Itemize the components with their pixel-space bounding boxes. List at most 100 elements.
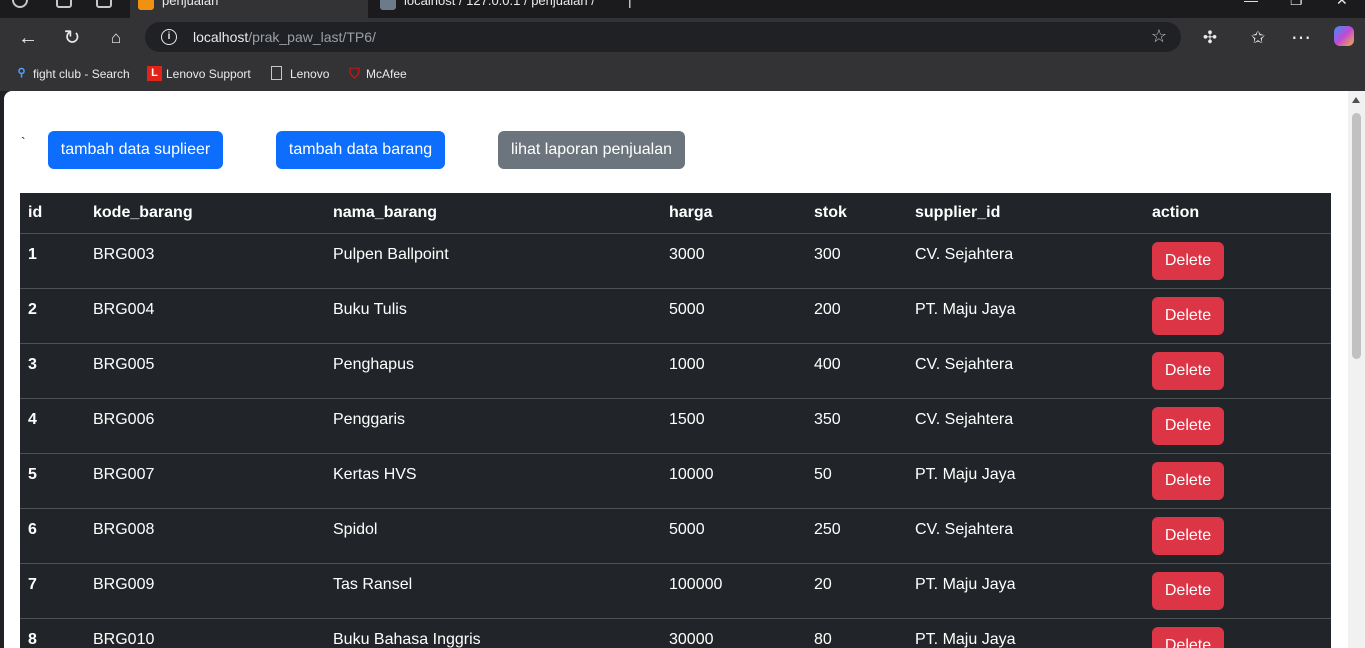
cell-harga: 30000 [661, 618, 806, 648]
cell-stok: 300 [806, 233, 907, 289]
new-tab-icon[interactable]: | [628, 0, 632, 8]
minimize-icon[interactable]: — [1244, 0, 1258, 8]
tab-actions-icon[interactable] [96, 0, 112, 8]
cell-harga: 100000 [661, 563, 806, 619]
cell-supplier: CV. Sejahtera [907, 398, 1144, 454]
bookmark-mcafee[interactable]: ⛉ McAfee [347, 65, 406, 82]
cell-nama-barang: Tas Ransel [325, 563, 661, 619]
column-header: kode_barang [85, 193, 325, 234]
cell-supplier: CV. Sejahtera [907, 233, 1144, 289]
refresh-icon[interactable]: ↻ [60, 26, 84, 50]
cell-nama-barang: Pulpen Ballpoint [325, 233, 661, 289]
cell-harga: 1000 [661, 343, 806, 399]
table-row: 4 BRG006 Penggaris 1500 350 CV. Sejahtera Dele… [20, 398, 1331, 454]
cell-harga: 10000 [661, 453, 806, 509]
profile-icon[interactable] [12, 0, 28, 8]
window-close-icon[interactable]: ✕ [1336, 0, 1348, 9]
extensions-icon[interactable]: ✣ [1198, 26, 1222, 50]
bookmark-lenovo[interactable]: Lenovo [271, 66, 329, 82]
favorite-star-icon[interactable]: ☆ [1151, 26, 1167, 47]
delete-button[interactable]: Delete [1152, 406, 1224, 445]
cell-supplier: PT. Maju Jaya [907, 563, 1144, 619]
favorites-icon[interactable]: ✩ [1246, 26, 1270, 50]
cell-action: Delete [1144, 288, 1331, 344]
address-bar[interactable]: i localhost/prak_paw_last/TP6/ ☆ [145, 22, 1181, 52]
table-header-row: id kode_barang nama_barang harga stok su… [20, 193, 1331, 234]
add-supplier-button[interactable]: tambah data suplieer [48, 131, 223, 169]
nav-bar: ← ↻ ⌂ i localhost/prak_paw_last/TP6/ ☆ ✣… [0, 18, 1365, 58]
cell-kode-barang: BRG008 [85, 508, 325, 564]
phpmyadmin-icon [380, 0, 396, 10]
cell-nama-barang: Buku Bahasa Inggris [325, 618, 661, 648]
tab-title: localhost / 127.0.0.1 / penjualan / [404, 0, 595, 8]
page-content: ` tambah data suplieer tambah data baran… [4, 91, 1348, 648]
cell-action: Delete [1144, 453, 1331, 509]
back-icon[interactable]: ← [16, 26, 40, 50]
cell-kode-barang: BRG009 [85, 563, 325, 619]
items-table: id kode_barang nama_barang harga stok su… [20, 193, 1331, 648]
delete-button[interactable]: Delete [1152, 516, 1224, 555]
delete-button[interactable]: Delete [1152, 626, 1224, 648]
column-header: nama_barang [325, 193, 661, 234]
cell-id: 6 [20, 508, 85, 564]
cell-action: Delete [1144, 563, 1331, 619]
add-item-button[interactable]: tambah data barang [276, 131, 445, 169]
cell-harga: 1500 [661, 398, 806, 454]
delete-button[interactable]: Delete [1152, 571, 1224, 610]
table-row: 2 BRG004 Buku Tulis 5000 200 PT. Maju Jaya Del… [20, 288, 1331, 344]
site-info-icon[interactable]: i [161, 29, 177, 45]
table-row: 1 BRG003 Pulpen Ballpoint 3000 300 CV. Sejaht… [20, 233, 1331, 289]
cell-action: Delete [1144, 508, 1331, 564]
workspaces-icon[interactable] [56, 0, 72, 8]
scroll-up-icon[interactable] [1352, 97, 1360, 103]
table-row: 3 BRG005 Penghapus 1000 400 CV. Sejahtera Dele… [20, 343, 1331, 399]
bookmarks-bar: ⚲ fight club - Search L Lenovo Support L… [0, 58, 1365, 91]
cell-supplier: CV. Sejahtera [907, 343, 1144, 399]
delete-button[interactable]: Delete [1152, 351, 1224, 390]
bookmark-fight-club[interactable]: ⚲ fight club - Search [14, 66, 129, 82]
cell-kode-barang: BRG010 [85, 618, 325, 648]
copilot-icon[interactable] [1332, 26, 1356, 50]
home-icon[interactable]: ⌂ [104, 26, 128, 50]
vertical-scrollbar[interactable] [1348, 91, 1365, 648]
url-text[interactable]: localhost/prak_paw_last/TP6/ [193, 29, 376, 45]
tab-strip: penjualan ✕ localhost / 127.0.0.1 / penj… [0, 0, 1365, 18]
cell-stok: 200 [806, 288, 907, 344]
cell-id: 4 [20, 398, 85, 454]
page-icon [271, 66, 282, 80]
more-menu-icon[interactable]: ⋯ [1289, 26, 1313, 50]
cell-id: 5 [20, 453, 85, 509]
cell-id: 1 [20, 233, 85, 289]
cell-id: 7 [20, 563, 85, 619]
cell-supplier: PT. Maju Jaya [907, 618, 1144, 648]
cell-nama-barang: Penggaris [325, 398, 661, 454]
delete-button[interactable]: Delete [1152, 241, 1224, 280]
cell-stok: 20 [806, 563, 907, 619]
cell-kode-barang: BRG007 [85, 453, 325, 509]
cell-action: Delete [1144, 233, 1331, 289]
xampp-icon [138, 0, 154, 10]
delete-button[interactable]: Delete [1152, 296, 1224, 335]
scroll-thumb[interactable] [1352, 113, 1361, 359]
column-header: stok [806, 193, 907, 234]
cell-stok: 350 [806, 398, 907, 454]
table-row: 8 BRG010 Buku Bahasa Inggris 30000 80 PT. Maj… [20, 618, 1331, 648]
cell-supplier: PT. Maju Jaya [907, 453, 1144, 509]
cell-action: Delete [1144, 343, 1331, 399]
column-header: harga [661, 193, 806, 234]
tab-penjualan[interactable]: penjualan ✕ [130, 0, 368, 18]
cell-kode-barang: BRG003 [85, 233, 325, 289]
cell-harga: 5000 [661, 288, 806, 344]
cell-supplier: PT. Maju Jaya [907, 288, 1144, 344]
column-header: supplier_id [907, 193, 1144, 234]
cell-kode-barang: BRG005 [85, 343, 325, 399]
tab-phpmyadmin[interactable]: localhost / 127.0.0.1 / penjualan / ✕ [372, 0, 608, 18]
column-header: id [20, 193, 85, 234]
cell-supplier: CV. Sejahtera [907, 508, 1144, 564]
sales-report-button[interactable]: lihat laporan penjualan [498, 131, 685, 169]
cell-nama-barang: Penghapus [325, 343, 661, 399]
maximize-icon[interactable]: ❐ [1290, 0, 1303, 9]
mcafee-icon: ⛉ [349, 65, 360, 81]
delete-button[interactable]: Delete [1152, 461, 1224, 500]
bookmark-lenovo-support[interactable]: L Lenovo Support [147, 66, 251, 82]
